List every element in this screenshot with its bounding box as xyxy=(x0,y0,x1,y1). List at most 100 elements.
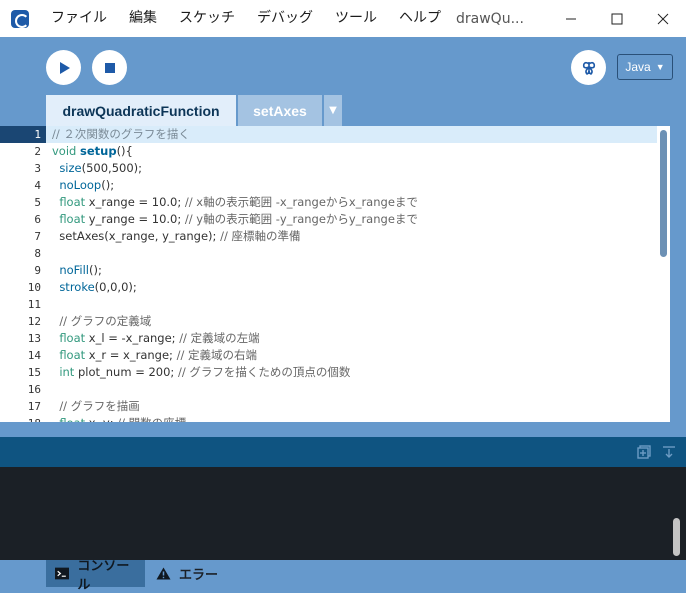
line-number: 11 xyxy=(0,296,46,313)
code-line[interactable]: 4 noLoop(); xyxy=(0,177,657,194)
code-line[interactable]: 7 setAxes(x_range, y_range); // 座標軸の準備 xyxy=(0,228,657,245)
code-line[interactable]: 9 noFill(); xyxy=(0,262,657,279)
window-title: drawQu... xyxy=(456,10,524,27)
line-number: 6 xyxy=(0,211,46,228)
line-number: 10 xyxy=(0,279,46,296)
code-text: noFill(); xyxy=(59,263,102,277)
processing-app-icon xyxy=(11,9,29,28)
menu-tools[interactable]: ツール xyxy=(324,0,388,37)
error-tab-label: エラー xyxy=(179,567,219,582)
code-line[interactable]: 5 float x_range = 10.0; // x軸の表示範囲 -x_ra… xyxy=(0,194,657,211)
menu-sketch[interactable]: スケッチ xyxy=(168,0,246,37)
code-text: size(500,500); xyxy=(59,161,143,175)
code-text: float y_range = 10.0; // y軸の表示範囲 -y_rang… xyxy=(59,212,418,226)
line-number: 4 xyxy=(0,177,46,194)
tab-errors[interactable]: エラー xyxy=(147,560,227,587)
tab-console[interactable]: コンソール xyxy=(46,558,145,592)
code-text: float x_l = -x_range; // 定義域の左端 xyxy=(59,331,260,345)
code-text: float x_range = 10.0; // x軸の表示範囲 -x_rang… xyxy=(59,195,418,209)
code-lines: 1 // ２次関数のグラフを描く 2 void setup(){3 size(500,… xyxy=(0,126,657,422)
code-text: noLoop(); xyxy=(59,178,115,192)
toolbar: Java ▼ xyxy=(0,37,686,94)
line-number: 13 xyxy=(0,330,46,347)
code-text: // グラフを描画 xyxy=(59,399,140,413)
line-number: 8 xyxy=(0,245,46,262)
code-text: // ２次関数のグラフを描く xyxy=(52,127,190,141)
code-line[interactable]: 1 // ２次関数のグラフを描く xyxy=(0,126,657,143)
editor-scrollbar-thumb[interactable] xyxy=(660,130,667,257)
window-controls xyxy=(548,0,686,37)
line-number: 1 xyxy=(0,126,46,143)
stop-button[interactable] xyxy=(92,50,127,85)
terminal-icon xyxy=(55,567,70,580)
menu-file[interactable]: ファイル xyxy=(39,0,118,37)
code-editor[interactable]: 1 // ２次関数のグラフを描く 2 void setup(){3 size(500,… xyxy=(0,126,657,422)
minimize-button[interactable] xyxy=(548,0,594,37)
code-text: float x, y; // 関数の座標 xyxy=(46,415,186,422)
line-number: 12 xyxy=(0,313,46,330)
code-line[interactable]: 18 float x, y; // 関数の座標 xyxy=(0,415,657,422)
editor-margin xyxy=(670,126,686,422)
maximize-button[interactable] xyxy=(594,0,640,37)
menu-help[interactable]: ヘルプ xyxy=(388,0,452,37)
chevron-down-icon: ▼ xyxy=(329,105,337,116)
console-tab-label: コンソール xyxy=(77,557,130,592)
debugger-button[interactable] xyxy=(571,50,606,85)
line-number: 14 xyxy=(0,347,46,364)
code-line[interactable]: 10 stroke(0,0,0); xyxy=(0,279,657,296)
minimize-icon xyxy=(566,18,576,19)
line-number: 18 xyxy=(0,415,46,422)
sketch-tabs: drawQuadraticFunction setAxes ▼ xyxy=(46,95,342,126)
line-number: 2 xyxy=(0,143,46,160)
mode-selector[interactable]: Java ▼ xyxy=(617,54,673,80)
code-text: setAxes(x_range, y_range); // 座標軸の準備 xyxy=(52,229,301,243)
line-number: 5 xyxy=(0,194,46,211)
code-line[interactable]: 6 float y_range = 10.0; // y軸の表示範囲 -y_ra… xyxy=(0,211,657,228)
chevron-down-icon: ▼ xyxy=(655,62,665,72)
code-line[interactable]: 17 // グラフを描画 xyxy=(0,398,657,415)
clear-console-icon[interactable] xyxy=(662,445,676,459)
line-number: 7 xyxy=(0,228,46,245)
menu-debug[interactable]: デバッグ xyxy=(246,0,324,37)
run-button[interactable] xyxy=(46,50,81,85)
mode-label: Java xyxy=(625,60,651,74)
maximize-icon xyxy=(611,13,623,24)
code-text: // グラフの定義域 xyxy=(59,314,152,328)
play-icon xyxy=(59,61,70,74)
line-number: 17 xyxy=(0,398,46,415)
tab-drawquadraticfunction[interactable]: drawQuadraticFunction xyxy=(46,95,236,126)
code-line[interactable]: 12 // グラフの定義域 xyxy=(0,313,657,330)
copy-console-icon[interactable] xyxy=(637,445,651,459)
code-line[interactable]: 8 xyxy=(0,245,657,262)
console-header xyxy=(0,437,686,467)
code-line[interactable]: 3 size(500,500); xyxy=(0,160,657,177)
menu-bar: ファイル 編集 スケッチ デバッグ ツール ヘルプ xyxy=(39,0,452,37)
code-line[interactable]: 14 float x_r = x_range; // 定義域の右端 xyxy=(0,347,657,364)
code-text: float x_r = x_range; // 定義域の右端 xyxy=(59,348,257,362)
code-text: stroke(0,0,0); xyxy=(59,280,137,294)
tab-menu-button[interactable]: ▼ xyxy=(324,95,342,126)
code-line[interactable]: 15 int plot_num = 200; // グラフを描くための頂点の個数 xyxy=(0,364,657,381)
menu-edit[interactable]: 編集 xyxy=(118,0,168,37)
console-output[interactable] xyxy=(0,467,686,560)
line-number: 9 xyxy=(0,262,46,279)
editor-status-strip xyxy=(0,422,686,437)
code-line[interactable]: 2 void setup(){ xyxy=(0,143,657,160)
close-button[interactable] xyxy=(640,0,686,37)
code-line[interactable]: 16 xyxy=(0,381,657,398)
close-icon xyxy=(657,13,669,24)
warning-icon xyxy=(156,567,171,580)
line-number: 3 xyxy=(0,160,46,177)
console-scrollbar-thumb[interactable] xyxy=(673,518,680,556)
tab-setaxes[interactable]: setAxes xyxy=(238,95,322,126)
stop-icon xyxy=(104,62,115,73)
title-bar: ファイル 編集 スケッチ デバッグ ツール ヘルプ drawQu... xyxy=(0,0,686,37)
code-line[interactable]: 11 xyxy=(0,296,657,313)
code-line[interactable]: 13 float x_l = -x_range; // 定義域の左端 xyxy=(0,330,657,347)
line-number: 16 xyxy=(0,381,46,398)
line-number: 15 xyxy=(0,364,46,381)
code-text: int plot_num = 200; // グラフを描くための頂点の個数 xyxy=(59,365,351,379)
